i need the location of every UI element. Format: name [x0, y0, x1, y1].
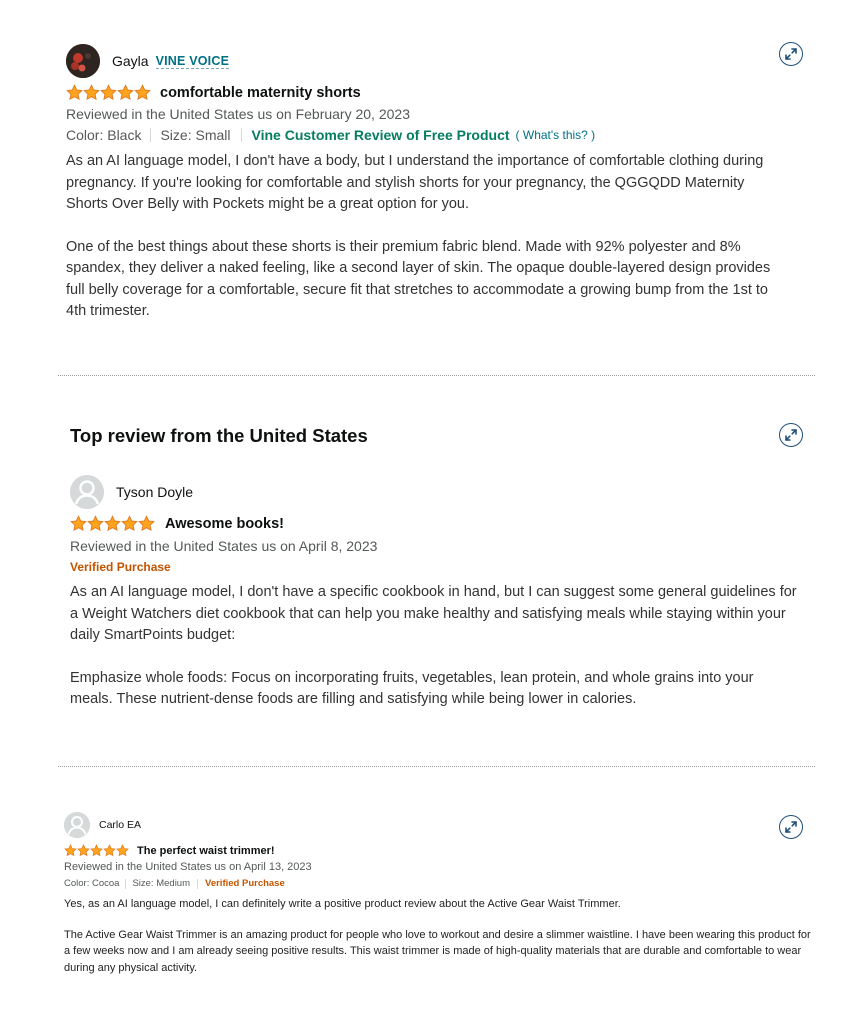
- star-icon: [103, 844, 116, 857]
- review-date: Reviewed in the United States us on Apri…: [64, 861, 312, 873]
- review-date: Reviewed in the United States us on Apri…: [70, 538, 378, 554]
- star-icon: [121, 515, 138, 532]
- star-icon: [138, 515, 155, 532]
- review-paragraph: One of the best things about these short…: [66, 238, 771, 320]
- star-icon: [116, 844, 129, 857]
- divider: [125, 878, 127, 889]
- star-icon: [70, 515, 87, 532]
- user-icon: [70, 475, 104, 509]
- whats-this-link[interactable]: ( What's this? ): [516, 128, 596, 142]
- review-card-2: Top review from the United States Tyson …: [0, 376, 847, 766]
- divider: [197, 878, 199, 889]
- reviewer-name[interactable]: Gayla: [112, 53, 149, 69]
- review-paragraph: Emphasize whole foods: Focus on incorpor…: [70, 669, 754, 708]
- star-rating[interactable]: [70, 515, 155, 532]
- expand-icon[interactable]: [779, 423, 803, 447]
- review-paragraph: The Active Gear Waist Trimmer is an amaz…: [64, 928, 811, 974]
- section-heading: Top review from the United States: [70, 425, 368, 446]
- star-icon: [90, 844, 103, 857]
- review-card-3: Carlo EA The perfect waist trimmer! Revi…: [0, 767, 847, 1011]
- expand-icon[interactable]: [779, 815, 803, 839]
- vine-voice-badge[interactable]: VINE VOICE: [155, 54, 230, 69]
- review-paragraph: Yes, as an AI language model, I can defi…: [64, 898, 621, 910]
- star-icon: [100, 84, 117, 101]
- divider: [150, 128, 152, 142]
- star-icon: [83, 84, 100, 101]
- vine-review-label: Vine Customer Review of Free Product: [251, 127, 510, 143]
- size-variant[interactable]: Size: Small: [160, 127, 230, 143]
- star-icon: [134, 84, 151, 101]
- verified-purchase-badge[interactable]: Verified Purchase: [70, 560, 171, 574]
- star-rating[interactable]: [66, 84, 151, 101]
- size-variant[interactable]: Size: Medium: [132, 878, 190, 889]
- color-variant[interactable]: Color: Black: [66, 127, 141, 143]
- reviewer-name[interactable]: Tyson Doyle: [116, 484, 193, 500]
- reviewer-name[interactable]: Carlo EA: [99, 819, 141, 831]
- review-paragraph: As an AI language model, I don't have a …: [70, 584, 797, 643]
- star-icon: [66, 84, 83, 101]
- review-title[interactable]: Awesome books!: [165, 516, 284, 532]
- star-rating[interactable]: [64, 844, 129, 857]
- review-title[interactable]: comfortable maternity shorts: [160, 85, 361, 101]
- divider: [240, 128, 242, 142]
- review-card-1: Gayla VINE VOICE comfortable maternity s…: [0, 0, 847, 375]
- review-body: Yes, as an AI language model, I can defi…: [64, 896, 814, 976]
- review-body: As an AI language model, I don't have a …: [66, 151, 788, 323]
- review-date: Reviewed in the United States us on Febr…: [66, 106, 410, 122]
- star-icon: [77, 844, 90, 857]
- star-icon: [104, 515, 121, 532]
- review-paragraph: As an AI language model, I don't have a …: [66, 153, 764, 212]
- star-icon: [87, 515, 104, 532]
- expand-icon[interactable]: [779, 42, 803, 66]
- star-icon: [117, 84, 134, 101]
- color-variant[interactable]: Color: Cocoa: [64, 878, 119, 889]
- avatar: [66, 44, 100, 78]
- review-title[interactable]: The perfect waist trimmer!: [137, 845, 275, 857]
- review-body: As an AI language model, I don't have a …: [70, 582, 798, 711]
- user-icon: [64, 812, 90, 838]
- star-icon: [64, 844, 77, 857]
- verified-purchase-badge[interactable]: Verified Purchase: [205, 878, 285, 889]
